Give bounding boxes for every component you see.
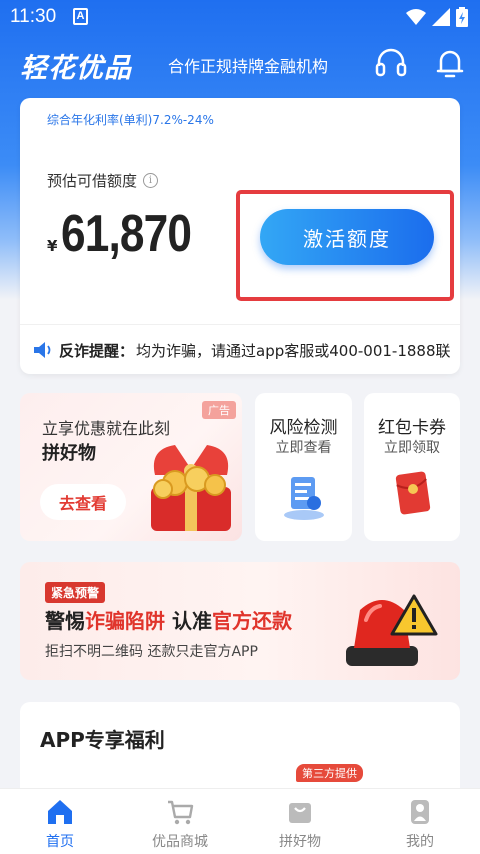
coupon-title: 红包卡券 — [378, 418, 446, 438]
red-envelope-icon — [395, 471, 431, 515]
card-divider — [20, 324, 460, 325]
wifi-icon — [406, 9, 426, 25]
battery-icon — [456, 7, 468, 27]
view-promo-button[interactable]: 去查看 — [40, 484, 126, 520]
promo-tile-group-buy[interactable]: 广告 立享优惠就在此刻 拼好物 去查看 — [20, 393, 242, 541]
risk-check-title: 风险检测 — [269, 418, 338, 438]
nav-item-home[interactable]: 首页 — [0, 789, 120, 854]
promo-line2: 拼好物 — [42, 443, 96, 464]
bag-icon — [289, 803, 311, 823]
benefits-title: APP专享福利 — [40, 728, 165, 752]
credit-limit-card: 综合年化利率(单利)7.2%-24% 预估可借额度 i ¥ 61,870 激活额… — [20, 98, 460, 374]
nav-item-group-buy[interactable]: 拼好物 — [240, 789, 360, 854]
notice-label: 反诈提醒： — [59, 341, 135, 360]
warning-subtitle: 拒扫不明二维码 还款只走官方APP — [45, 644, 258, 660]
app-notification-icon: A — [73, 8, 88, 25]
risk-check-tile[interactable]: 风险检测 立即查看 — [255, 393, 352, 541]
bell-icon[interactable] — [433, 46, 467, 80]
status-bar: 11:30 A — [0, 0, 480, 36]
coupon-tile[interactable]: 红包卡券 立即领取 — [364, 393, 460, 541]
amount-value: 61,870 — [61, 205, 192, 263]
warning-title-part3: 认准 — [165, 609, 212, 633]
user-icon — [411, 800, 429, 824]
currency-symbol: ¥ — [47, 237, 58, 255]
info-icon[interactable]: i — [143, 173, 159, 188]
anti-fraud-notice[interactable]: 反诈提醒： 均为诈骗，请通过app客服或400-001-1888联 — [33, 338, 453, 362]
warning-title-part4: 官方还款 — [211, 609, 292, 633]
nav-label-home: 首页 — [46, 834, 74, 850]
activate-limit-button[interactable]: 激活额度 — [260, 209, 434, 265]
speaker-icon — [34, 342, 51, 358]
app-header: 轻花优品 合作正规持牌金融机构 — [0, 36, 480, 92]
alarm-siren-icon — [346, 594, 438, 666]
home-icon — [48, 800, 72, 824]
signal-icon — [432, 8, 450, 26]
notice-text: 均为诈骗，请通过app客服或400-001-1888联 — [136, 341, 451, 360]
nav-label-mall: 优品商城 — [152, 834, 208, 850]
nav-item-profile[interactable]: 我的 — [360, 789, 480, 854]
warning-title: 警惕诈骗陷阱 认准官方还款 — [45, 605, 292, 634]
cart-icon — [168, 800, 194, 825]
status-time: 11:30 — [10, 6, 57, 27]
status-indicators — [406, 7, 468, 27]
bottom-navigation: 首页 优品商城 拼好物 我的 — [0, 788, 480, 854]
interest-rate-text: 综合年化利率(单利)7.2%-24% — [47, 113, 214, 127]
credit-amount: ¥ 61,870 — [47, 204, 214, 264]
fraud-warning-banner[interactable]: 紧急预警 警惕诈骗陷阱 认准官方还款 拒扫不明二维码 还款只走官方APP — [20, 562, 460, 680]
estimate-label-row: 预估可借额度 i — [47, 170, 159, 191]
ad-tag: 广告 — [202, 401, 236, 419]
header-slogan: 合作正规持牌金融机构 — [168, 57, 329, 76]
warning-title-part1: 警惕 — [45, 609, 85, 633]
gift-box-icon — [151, 445, 231, 531]
risk-check-sub: 立即查看 — [275, 440, 332, 456]
estimate-label: 预估可借额度 — [47, 172, 138, 190]
nav-label-group-buy: 拼好物 — [279, 834, 321, 850]
headset-icon[interactable] — [374, 46, 408, 80]
warning-title-part2: 诈骗陷阱 — [85, 609, 165, 633]
nav-item-mall[interactable]: 优品商城 — [120, 789, 240, 854]
coupon-sub: 立即领取 — [384, 440, 440, 456]
urgent-warning-tag: 紧急预警 — [45, 582, 106, 603]
risk-scan-icon — [284, 477, 324, 520]
third-party-tag: 第三方提供 — [296, 764, 363, 782]
nav-label-profile: 我的 — [406, 834, 434, 850]
brand-logo: 轻花优品 — [20, 53, 132, 84]
